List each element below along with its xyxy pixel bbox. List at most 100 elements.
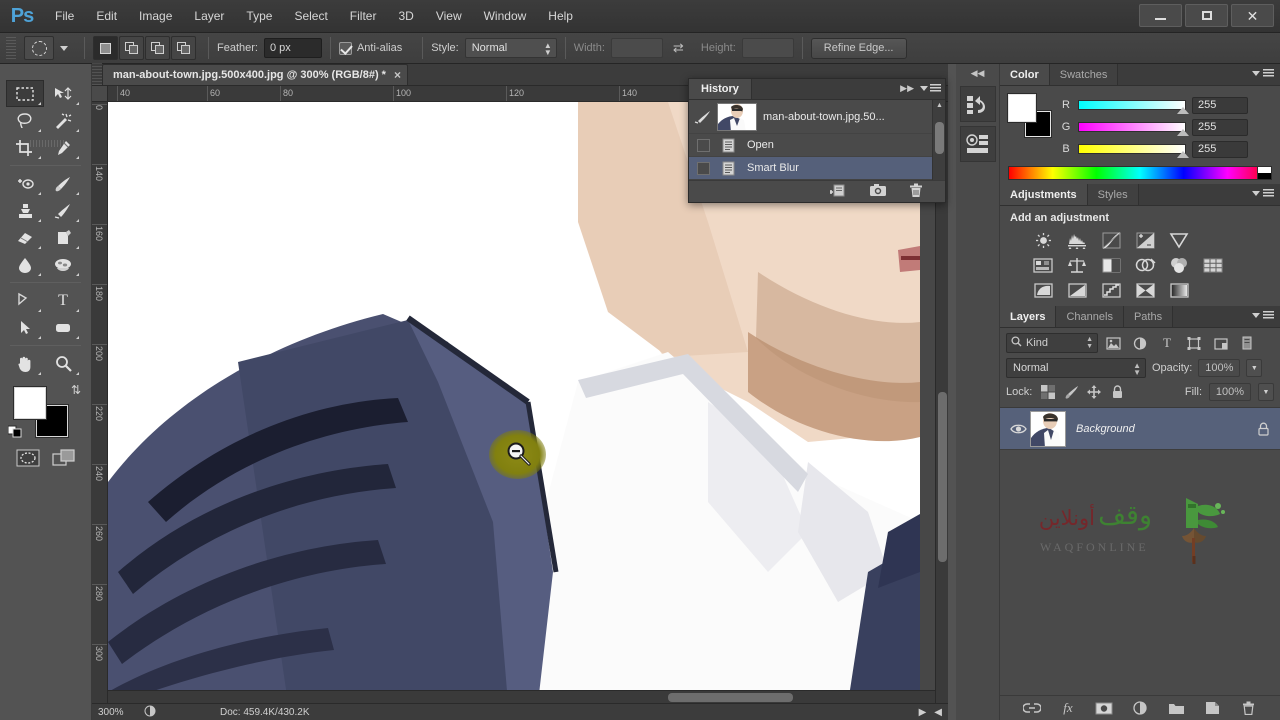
history-state-row[interactable]: Open: [689, 134, 945, 157]
play-icon[interactable]: ▶: [919, 707, 927, 718]
opacity-slider-toggle[interactable]: ▼: [1246, 359, 1263, 377]
channel-b-value[interactable]: 255: [1192, 140, 1248, 158]
menu-select[interactable]: Select: [283, 0, 338, 33]
new-layer-icon[interactable]: [1203, 699, 1221, 717]
blur-tool[interactable]: [6, 251, 44, 278]
layer-filter-kind-select[interactable]: Kind ▲ ▼: [1006, 333, 1098, 353]
gradient-map-icon[interactable]: [1168, 280, 1190, 300]
history-brush-source-icon[interactable]: [689, 110, 717, 124]
filter-smart-object-icon[interactable]: [1209, 333, 1233, 353]
lasso-tool[interactable]: [6, 107, 44, 134]
tab-paths[interactable]: Paths: [1123, 306, 1174, 327]
brush-presets-icon[interactable]: [959, 126, 996, 162]
foreground-color-chip[interactable]: [14, 387, 46, 419]
add-to-selection-button[interactable]: [119, 36, 144, 60]
add-layer-mask-icon[interactable]: [1095, 699, 1113, 717]
menu-window[interactable]: Window: [473, 0, 538, 33]
eraser-tool[interactable]: [6, 224, 44, 251]
delete-layer-icon[interactable]: [1239, 699, 1257, 717]
swap-width-height-icon[interactable]: ⇄: [673, 40, 691, 56]
opacity-value[interactable]: 100%: [1198, 359, 1241, 377]
new-document-from-state-icon[interactable]: [829, 183, 847, 201]
history-source-checkbox[interactable]: [689, 161, 717, 175]
close-button[interactable]: ✕: [1231, 4, 1274, 27]
filter-adjustment-icon[interactable]: [1128, 333, 1152, 353]
zoom-tool[interactable]: [44, 350, 82, 377]
hue-saturation-icon[interactable]: [1032, 255, 1054, 275]
scrollbar-thumb[interactable]: [938, 392, 947, 562]
document-tab[interactable]: man-about-town.jpg.500x400.jpg @ 300% (R…: [102, 64, 408, 85]
fill-value[interactable]: 100%: [1209, 383, 1251, 401]
subtract-from-selection-button[interactable]: [145, 36, 170, 60]
lock-all-icon[interactable]: [1109, 384, 1125, 400]
channel-mixer-icon[interactable]: [1168, 255, 1190, 275]
move-tool[interactable]: [44, 80, 82, 107]
delete-icon[interactable]: [909, 183, 923, 201]
selective-color-icon[interactable]: [1134, 280, 1156, 300]
maximize-button[interactable]: [1185, 4, 1228, 27]
brush-tool[interactable]: [44, 170, 82, 197]
levels-icon[interactable]: [1066, 230, 1088, 250]
clone-stamp-tool[interactable]: [6, 197, 44, 224]
menu-image[interactable]: Image: [128, 0, 183, 33]
lock-position-icon[interactable]: [1086, 384, 1102, 400]
history-actions-icon[interactable]: [959, 86, 996, 122]
slider-knob[interactable]: [1177, 129, 1189, 136]
lock-image-pixels-icon[interactable]: [1063, 384, 1079, 400]
tab-bar-grip[interactable]: [92, 63, 102, 85]
link-layers-icon[interactable]: [1023, 699, 1041, 717]
slider-knob[interactable]: [1177, 107, 1189, 114]
new-selection-button[interactable]: [93, 36, 118, 60]
filter-enable-toggle[interactable]: [1236, 333, 1258, 353]
magic-wand-tool[interactable]: [44, 107, 82, 134]
invert-icon[interactable]: [1032, 280, 1054, 300]
swap-colors-icon[interactable]: ⇅: [71, 383, 81, 397]
menu-type[interactable]: Type: [235, 0, 283, 33]
rectangular-marquee-tool[interactable]: [6, 80, 44, 107]
blend-mode-select[interactable]: Normal ▲ ▼: [1006, 358, 1146, 378]
black-white-swatch[interactable]: [1257, 167, 1271, 179]
menu-layer[interactable]: Layer: [183, 0, 235, 33]
chevron-left-icon[interactable]: ◀: [934, 707, 942, 718]
channel-r-value[interactable]: 255: [1192, 96, 1248, 114]
layer-row-background[interactable]: Background: [1000, 408, 1280, 450]
tab-styles[interactable]: Styles: [1087, 184, 1139, 205]
spot-healing-brush-tool[interactable]: [6, 170, 44, 197]
tab-swatches[interactable]: Swatches: [1049, 64, 1119, 85]
intersect-selection-button[interactable]: [171, 36, 196, 60]
scroll-up-icon[interactable]: ▲: [936, 102, 943, 109]
scrollbar-thumb[interactable]: [935, 122, 944, 154]
layer-style-fx-icon[interactable]: fx: [1059, 699, 1077, 717]
close-icon[interactable]: ×: [394, 68, 401, 82]
tab-history[interactable]: History: [689, 79, 752, 99]
minimize-button[interactable]: [1139, 4, 1182, 27]
path-selection-tool[interactable]: [6, 314, 44, 341]
adjustments-panel-menu-button[interactable]: [1252, 189, 1274, 198]
color-spectrum-ramp[interactable]: [1008, 166, 1272, 180]
black-white-icon[interactable]: [1100, 255, 1122, 275]
menu-help[interactable]: Help: [537, 0, 584, 33]
history-scrollbar[interactable]: ▲ ▼: [932, 100, 945, 190]
tab-channels[interactable]: Channels: [1056, 306, 1124, 327]
expand-panels-icon[interactable]: ◀◀: [956, 64, 999, 82]
slider-knob[interactable]: [1177, 151, 1189, 158]
scrollbar-thumb[interactable]: [668, 693, 793, 702]
menu-filter[interactable]: Filter: [339, 0, 388, 33]
menu-view[interactable]: View: [425, 0, 473, 33]
threshold-icon[interactable]: [1100, 280, 1122, 300]
menu-3d[interactable]: 3D: [387, 0, 424, 33]
layer-thumbnail[interactable]: [1030, 410, 1066, 447]
layers-panel-menu-button[interactable]: [1252, 311, 1274, 320]
pen-tool[interactable]: [6, 287, 44, 314]
channel-g-slider[interactable]: [1078, 122, 1189, 136]
color-panel-menu-button[interactable]: [1252, 69, 1274, 78]
channel-g-value[interactable]: 255: [1192, 118, 1248, 136]
default-colors-icon[interactable]: [7, 424, 24, 441]
chevron-down-icon[interactable]: [60, 45, 68, 51]
filter-pixel-icon[interactable]: [1101, 333, 1125, 353]
lock-transparent-pixels-icon[interactable]: [1040, 384, 1056, 400]
rectangle-tool[interactable]: [44, 314, 82, 341]
brightness-contrast-icon[interactable]: [1032, 230, 1054, 250]
new-snapshot-icon[interactable]: [869, 183, 887, 200]
screen-mode-button[interactable]: [50, 447, 78, 469]
